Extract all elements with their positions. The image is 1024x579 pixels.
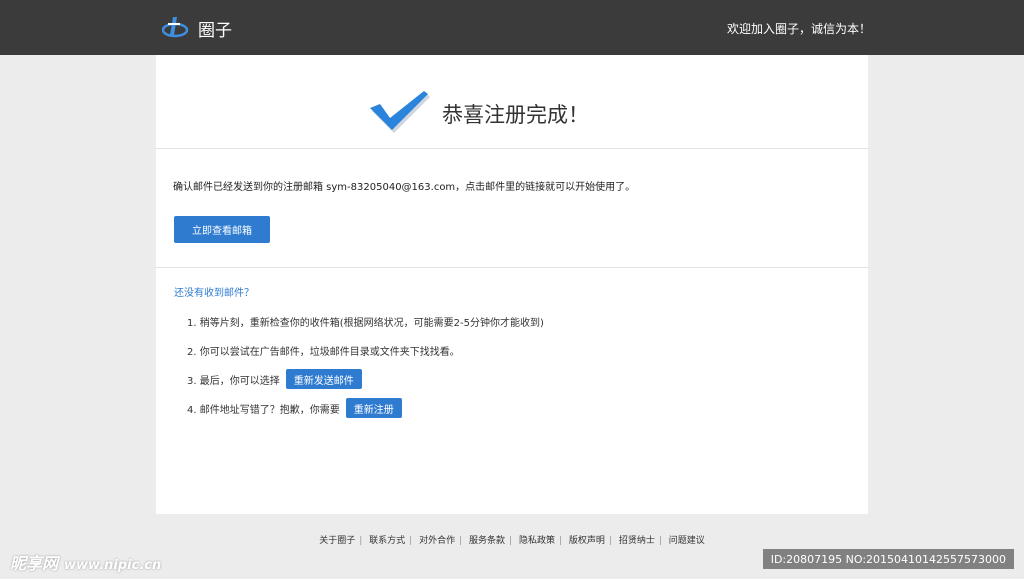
welcome-text: 欢迎加入圈子，诚信为本！ <box>726 22 871 36</box>
watermark-site-name: 昵享网 <box>10 554 59 573</box>
watermark-site: 昵享网 www.nipic.cn <box>10 550 161 574</box>
help-step-2-text: 2. 你可以尝试在广告邮件，垃圾邮件目录或文件夹下找找看。 <box>187 347 460 358</box>
checkmark-icon <box>370 91 432 139</box>
site-name: 圈子 <box>198 20 232 41</box>
help-step-3-text: 3. 最后，你可以选择 <box>187 375 280 387</box>
circle-logo-icon <box>162 15 190 41</box>
footer-link-copyright[interactable]: 版权声明 <box>569 536 605 546</box>
logo[interactable]: 圈子 <box>162 14 232 42</box>
top-bar: 圈子 欢迎加入圈子，诚信为本！ <box>0 0 1024 55</box>
footer-link-about[interactable]: 关于圈子 <box>319 536 355 546</box>
watermark-url: www.nipic.cn <box>64 558 162 573</box>
resend-email-button[interactable]: 重新发送邮件 <box>285 369 362 389</box>
success-title: 恭喜注册完成！ <box>442 103 589 127</box>
reregister-button[interactable]: 重新注册 <box>345 398 402 418</box>
watermark-id: ID:20807195 NO:20150410142557573000 <box>762 549 1014 569</box>
footer-link-contact[interactable]: 联系方式 <box>369 536 405 546</box>
help-step-2: 2. 你可以尝试在广告邮件，垃圾邮件目录或文件夹下找找看。 <box>187 343 460 358</box>
success-banner: 恭喜注册完成！ <box>156 55 868 149</box>
help-step-3: 3. 最后，你可以选择 重新发送邮件 <box>187 369 362 389</box>
footer-link-cooperation[interactable]: 对外合作 <box>419 536 455 546</box>
footer-link-terms[interactable]: 服务条款 <box>469 536 505 546</box>
divider <box>156 267 868 268</box>
help-step-1-text: 1. 稍等片刻，重新检查你的收件箱(根据网络状况，可能需要2-5分钟你才能收到) <box>187 318 544 329</box>
footer-link-privacy[interactable]: 隐私政策 <box>519 536 555 546</box>
footer-links: 关于圈子 | 联系方式 | 对外合作 | 服务条款 | 隐私政策 | 版权声明 | 招贤纳士… <box>319 536 705 546</box>
help-step-4-text: 4. 邮件地址写错了？抱歉，你需要 <box>187 404 340 416</box>
check-mailbox-button[interactable]: 立即查看邮箱 <box>174 216 270 243</box>
footer-link-jobs[interactable]: 招贤纳士 <box>619 536 655 546</box>
confirmation-message: 确认邮件已经发送到你的注册邮箱 sym-83205040@163.com，点击邮… <box>173 182 636 193</box>
registration-card: 恭喜注册完成！ 确认邮件已经发送到你的注册邮箱 sym-83205040@163… <box>156 55 868 514</box>
footer-link-feedback[interactable]: 问题建议 <box>669 536 705 546</box>
help-step-1: 1. 稍等片刻，重新检查你的收件箱(根据网络状况，可能需要2-5分钟你才能收到) <box>187 314 544 329</box>
help-step-4: 4. 邮件地址写错了？抱歉，你需要 重新注册 <box>187 398 402 418</box>
help-title[interactable]: 还没有收到邮件？ <box>174 284 254 299</box>
